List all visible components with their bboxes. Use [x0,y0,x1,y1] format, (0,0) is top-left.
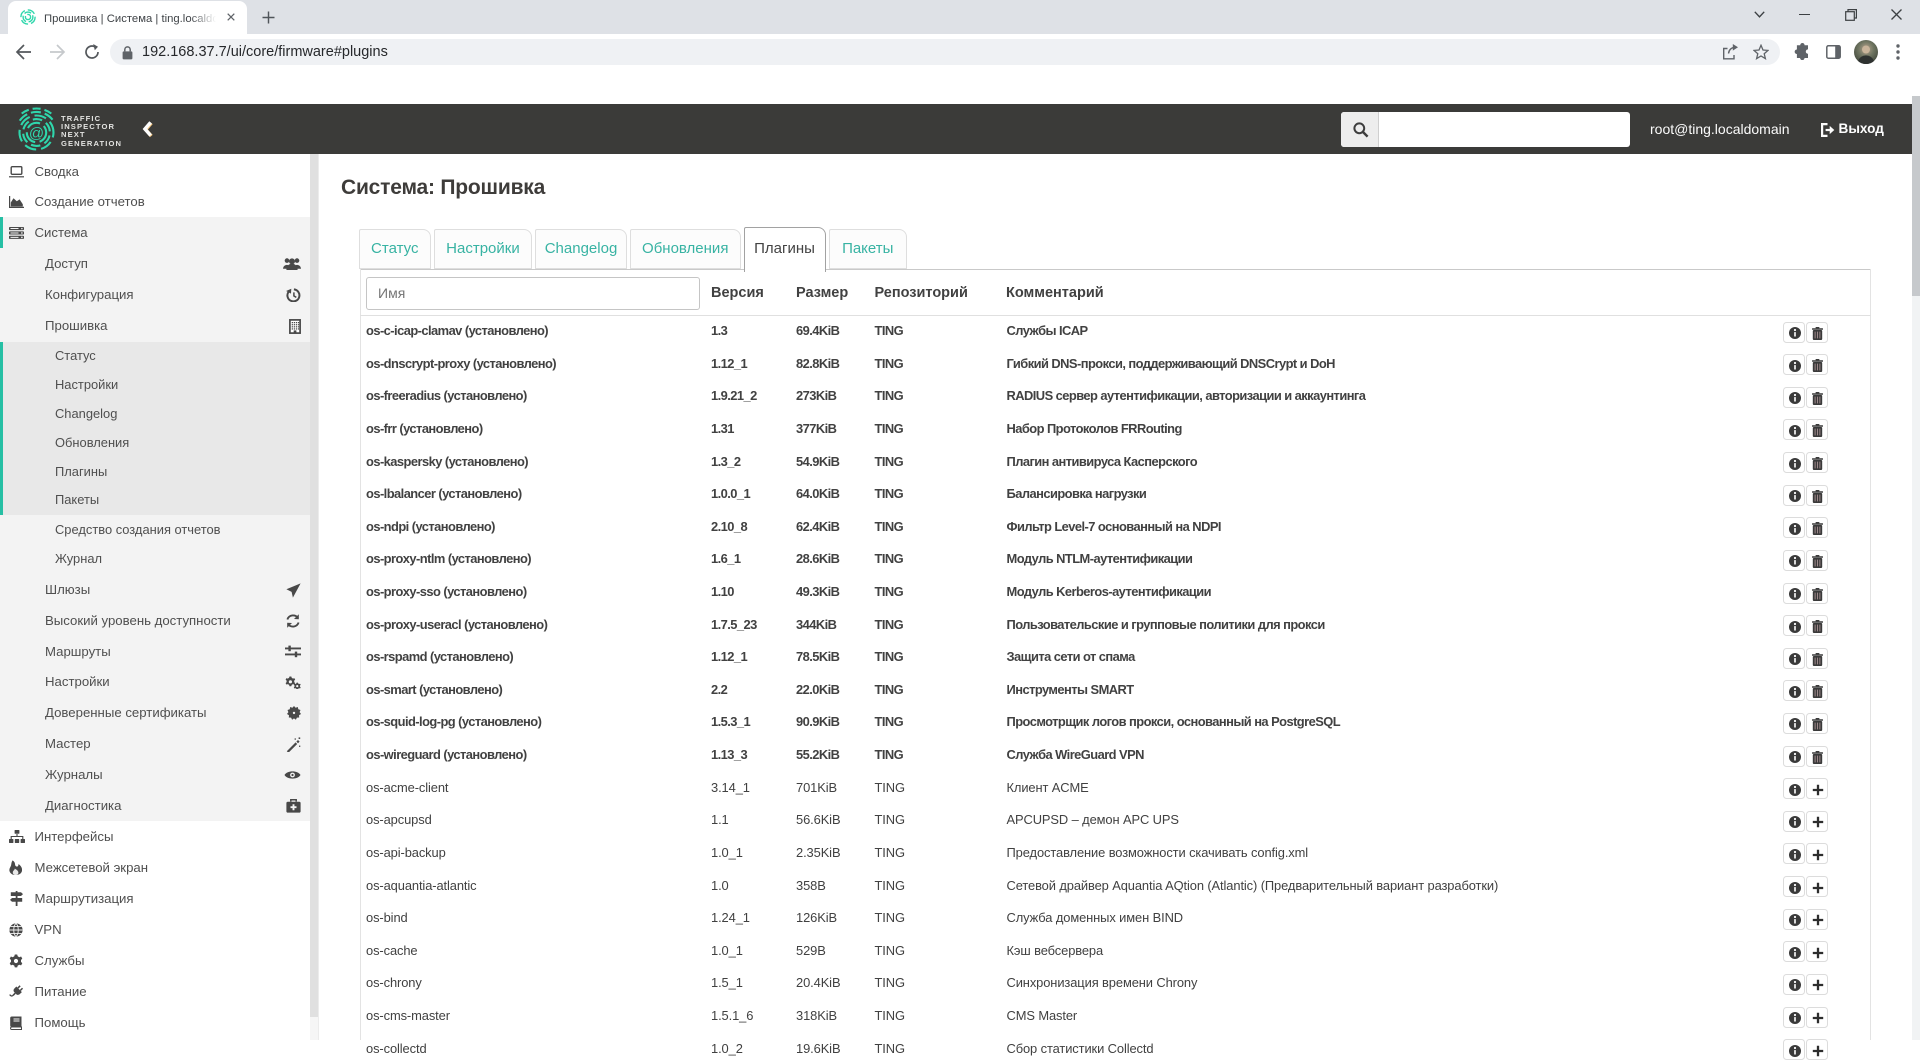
svg-text:@: @ [29,125,44,142]
